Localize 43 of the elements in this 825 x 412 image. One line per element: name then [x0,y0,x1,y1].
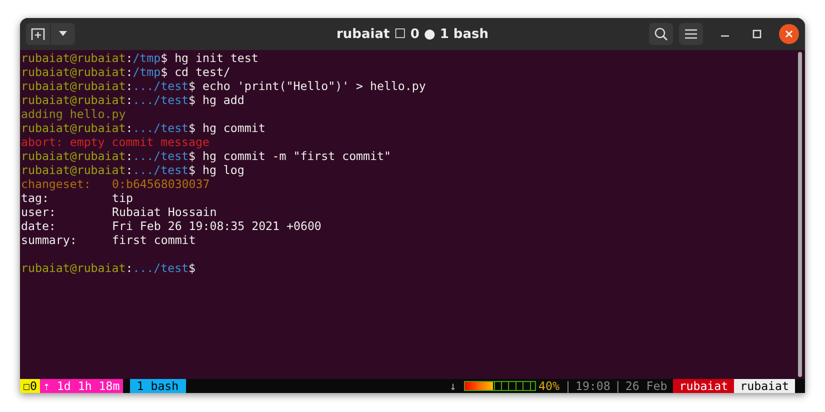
prompt-text: rubaiat@rubaiat:.../test$ hg add [21,93,244,107]
uptime-label: ⇡ 1d 1h 18m [40,379,123,393]
dropdown-button[interactable] [51,23,75,45]
arrow-text: ↓ [448,379,458,393]
prompt-text: rubaiat@rubaiat:/tmp$ cd test/ [21,65,230,79]
caret-icon [58,31,68,37]
log-label: changeset: [21,177,92,191]
session-label: ☐0 [20,379,40,393]
prompt-text: rubaiat@rubaiat:.../test$ hg commit -m "first commit" [21,149,391,163]
menu-icon [685,29,697,39]
log-label: user: [21,205,57,219]
log-value: Fri Feb 26 19:08:35 2021 +0600 [112,219,322,233]
status-text: 19:08 [574,379,612,393]
maximize-icon [752,29,762,39]
search-button[interactable] [649,23,673,45]
output-text: abort: empty commit message [21,135,210,149]
close-icon [785,30,793,38]
log-value: 0:b64568030037 [112,177,210,191]
user-label: rubaiat [673,379,734,393]
new-tab-button[interactable] [26,23,50,45]
log-label: tag: [21,191,50,205]
separator-text: | [613,379,622,393]
prompt-text: rubaiat@rubaiat:.../test$ [21,261,196,275]
separator-text: | [563,379,572,393]
new-tab-icon [31,27,45,41]
search-icon [654,27,668,41]
battery-percent: 40% [538,379,560,393]
prompt-text: rubaiat@rubaiat:/tmp$ hg init test [21,51,258,65]
log-label: summary: [21,233,78,247]
log-value: first commit [112,233,196,247]
prompt-text: rubaiat@rubaiat:.../test$ echo 'print("Hello")' > hello.py [21,79,426,93]
host-label: rubaiat [734,379,795,393]
scrollbar[interactable] [798,52,802,377]
log-value: tip [112,191,133,205]
prompt-text: rubaiat@rubaiat:.../test$ hg commit [21,121,266,135]
status-text: 26 Feb [624,379,668,393]
log-value: Rubaiat Hossain [112,205,217,219]
window-title: rubaiat ☐ 0 ● 1 bash [336,26,490,42]
prompt-text: rubaiat@rubaiat:.../test$ hg log [21,163,244,177]
menu-button[interactable] [679,23,703,45]
log-label: date: [21,219,57,233]
output-text: adding hello.py [21,107,126,121]
close-button[interactable] [779,24,799,44]
